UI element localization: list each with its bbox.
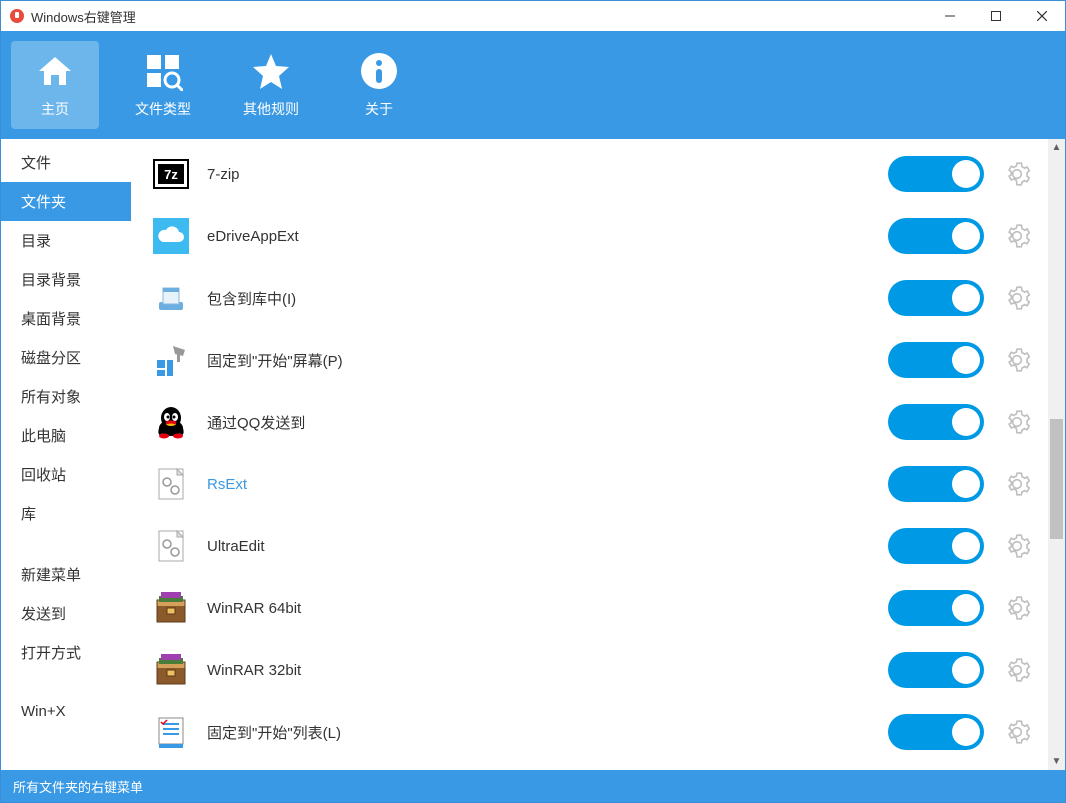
context-menu-list: 7z 7-zip eDriveAppExt: [131, 139, 1048, 770]
gear-icon[interactable]: [1004, 285, 1030, 311]
star-icon: [251, 51, 291, 91]
item-label: WinRAR 64bit: [207, 600, 888, 617]
gear-icon[interactable]: [1004, 719, 1030, 745]
maximize-button[interactable]: [973, 1, 1019, 31]
gear-icon[interactable]: [1004, 595, 1030, 621]
item-label: UltraEdit: [207, 538, 888, 555]
toolbar-filetype-label: 文件类型: [135, 99, 191, 119]
pin-start-icon: [153, 342, 189, 378]
winrar-icon: [153, 652, 189, 688]
grid-search-icon: [143, 51, 183, 91]
list-item: 7z 7-zip: [131, 143, 1048, 205]
titlebar: Windows右键管理: [1, 1, 1065, 31]
toolbar-home-label: 主页: [41, 99, 69, 119]
list-item: RsExt: [131, 453, 1048, 515]
sidebar-item-disk[interactable]: 磁盘分区: [1, 338, 131, 377]
gear-icon[interactable]: [1004, 223, 1030, 249]
sidebar-item-dir-bg[interactable]: 目录背景: [1, 260, 131, 299]
item-label: RsExt: [207, 476, 888, 493]
list-item: eDriveAppExt: [131, 205, 1048, 267]
gear-icon[interactable]: [1004, 347, 1030, 373]
close-button[interactable]: [1019, 1, 1065, 31]
list-item: WinRAR 32bit: [131, 639, 1048, 701]
item-label: 固定到"开始"屏幕(P): [207, 350, 888, 371]
gear-icon[interactable]: [1004, 409, 1030, 435]
gear-icon[interactable]: [1004, 471, 1030, 497]
sidebar-item-open-with[interactable]: 打开方式: [1, 633, 131, 672]
home-icon: [35, 51, 75, 91]
item-label: eDriveAppExt: [207, 228, 888, 245]
qq-icon: [153, 404, 189, 440]
gears-doc-icon: [153, 466, 189, 502]
toggle-switch[interactable]: [888, 652, 984, 688]
toolbar-about[interactable]: 关于: [335, 41, 423, 129]
scroll-thumb[interactable]: [1050, 419, 1063, 539]
toggle-switch[interactable]: [888, 156, 984, 192]
toolbar-home[interactable]: 主页: [11, 41, 99, 129]
list-item: WinRAR 64bit: [131, 577, 1048, 639]
main-panel: 7z 7-zip eDriveAppExt: [131, 139, 1065, 770]
app-icon: [9, 8, 25, 24]
toggle-switch[interactable]: [888, 280, 984, 316]
gear-icon[interactable]: [1004, 657, 1030, 683]
toolbar-other[interactable]: 其他规则: [227, 41, 315, 129]
list-item: 固定到"开始"屏幕(P): [131, 329, 1048, 391]
gears-doc-icon: [153, 528, 189, 564]
sidebar-item-winx[interactable]: Win+X: [1, 694, 131, 729]
item-label: WinRAR 32bit: [207, 662, 888, 679]
sidebar: 文件 文件夹 目录 目录背景 桌面背景 磁盘分区 所有对象 此电脑 回收站 库 …: [1, 139, 131, 770]
scroll-up-icon[interactable]: ▲: [1048, 139, 1065, 156]
list-item: 固定到"开始"列表(L): [131, 701, 1048, 763]
svg-text:7z: 7z: [164, 167, 178, 182]
sidebar-item-recycle[interactable]: 回收站: [1, 455, 131, 494]
cloud-icon: [153, 218, 189, 254]
toolbar-other-label: 其他规则: [243, 99, 299, 119]
sidebar-item-file[interactable]: 文件: [1, 143, 131, 182]
sidebar-item-send-to[interactable]: 发送到: [1, 594, 131, 633]
list-item: 通过QQ发送到: [131, 391, 1048, 453]
toggle-switch[interactable]: [888, 590, 984, 626]
sidebar-item-all-objects[interactable]: 所有对象: [1, 377, 131, 416]
sidebar-item-new-menu[interactable]: 新建菜单: [1, 555, 131, 594]
toolbar-about-label: 关于: [365, 99, 393, 119]
toolbar: 主页 文件类型 其他规则 关于: [1, 31, 1065, 139]
winrar-icon: [153, 590, 189, 626]
sidebar-item-folder[interactable]: 文件夹: [1, 182, 131, 221]
scroll-down-icon[interactable]: ▼: [1048, 753, 1065, 770]
vertical-scrollbar[interactable]: ▲ ▼: [1048, 139, 1065, 770]
toolbar-filetype[interactable]: 文件类型: [119, 41, 207, 129]
item-label: 包含到库中(I): [207, 288, 888, 309]
statusbar: 所有文件夹的右键菜单: [1, 770, 1065, 802]
minimize-button[interactable]: [927, 1, 973, 31]
gear-icon[interactable]: [1004, 161, 1030, 187]
item-label: 通过QQ发送到: [207, 412, 888, 433]
toggle-switch[interactable]: [888, 218, 984, 254]
window-title: Windows右键管理: [31, 7, 927, 26]
library-icon: [153, 280, 189, 316]
toggle-switch[interactable]: [888, 528, 984, 564]
toggle-switch[interactable]: [888, 714, 984, 750]
info-icon: [359, 51, 399, 91]
item-label: 7-zip: [207, 166, 888, 183]
list-item: 包含到库中(I): [131, 267, 1048, 329]
item-label: 固定到"开始"列表(L): [207, 722, 888, 743]
gear-icon[interactable]: [1004, 533, 1030, 559]
list-item: UltraEdit: [131, 515, 1048, 577]
status-text: 所有文件夹的右键菜单: [13, 777, 143, 796]
sidebar-item-this-pc[interactable]: 此电脑: [1, 416, 131, 455]
7z-icon: 7z: [153, 156, 189, 192]
sidebar-item-desktop-bg[interactable]: 桌面背景: [1, 299, 131, 338]
toggle-switch[interactable]: [888, 342, 984, 378]
sidebar-item-directory[interactable]: 目录: [1, 221, 131, 260]
pin-list-icon: [153, 714, 189, 750]
sidebar-item-library[interactable]: 库: [1, 494, 131, 533]
toggle-switch[interactable]: [888, 404, 984, 440]
toggle-switch[interactable]: [888, 466, 984, 502]
